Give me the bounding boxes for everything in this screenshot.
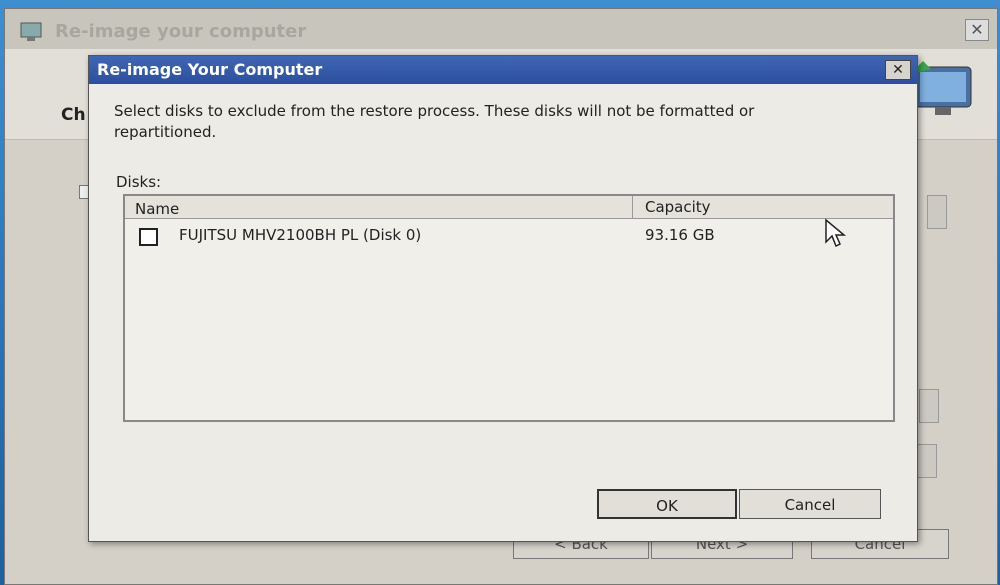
background-heading: Ch (61, 105, 86, 125)
background-titlebar: Re-image your computer ✕ (5, 9, 997, 49)
background-side-button[interactable] (927, 195, 947, 229)
restore-app-icon (20, 22, 42, 41)
background-side-button[interactable] (919, 389, 939, 423)
background-window-title: Re-image your computer (55, 21, 307, 42)
disk-checkbox[interactable] (139, 228, 158, 246)
mouse-cursor-icon (825, 218, 847, 248)
disk-row[interactable]: FUJITSU MHV2100BH PL (Disk 0) 93.16 GB (125, 222, 893, 248)
background-side-button[interactable] (917, 444, 937, 478)
cancel-button[interactable]: Cancel (739, 489, 881, 519)
disk-name: FUJITSU MHV2100BH PL (Disk 0) (179, 226, 422, 244)
column-header-name[interactable]: Name (125, 196, 633, 218)
background-close-button[interactable]: ✕ (965, 19, 989, 41)
disk-list[interactable]: Name Capacity FUJITSU MHV2100BH PL (Disk… (123, 194, 895, 422)
column-header-capacity[interactable]: Capacity (633, 196, 888, 218)
dialog-titlebar: Re-image Your Computer ✕ (89, 56, 917, 84)
list-header: Name Capacity (125, 196, 893, 219)
exclude-disks-dialog: Re-image Your Computer ✕ Select disks to… (88, 55, 918, 542)
disks-label: Disks: (116, 173, 162, 191)
dialog-title: Re-image Your Computer (97, 60, 323, 79)
dialog-close-button[interactable]: ✕ (885, 60, 911, 80)
instruction-text: Select disks to exclude from the restore… (114, 102, 755, 141)
ok-button[interactable]: OK (597, 489, 737, 519)
disk-capacity: 93.16 GB (645, 226, 715, 244)
